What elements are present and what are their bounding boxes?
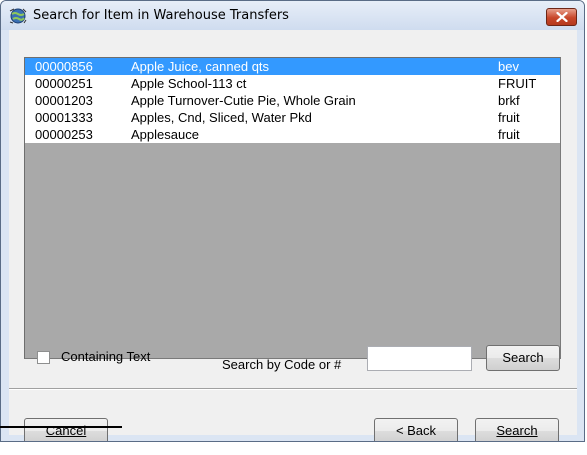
item-category: brkf xyxy=(498,93,520,108)
containing-text-checkbox[interactable] xyxy=(37,351,50,364)
back-button[interactable]: < Back xyxy=(374,418,458,441)
dialog-body: 00000856 Apple Juice, canned qts bev 000… xyxy=(9,30,577,441)
item-code: 00000856 xyxy=(35,59,93,74)
list-item[interactable]: 00000251 Apple School-113 ct FRUIT xyxy=(25,75,560,92)
search-input[interactable] xyxy=(367,346,472,371)
item-category: FRUIT xyxy=(498,76,537,91)
list-item[interactable]: 00001203 Apple Turnover-Cutie Pie, Whole… xyxy=(25,92,560,109)
item-name: Apple Juice, canned qts xyxy=(131,59,270,74)
cancel-button[interactable]: Cancel xyxy=(24,418,108,441)
footer-search-label: Search xyxy=(496,423,538,438)
results-list[interactable]: 00000856 Apple Juice, canned qts bev 000… xyxy=(24,57,561,359)
divider xyxy=(9,388,577,390)
list-item[interactable]: 00000856 Apple Juice, canned qts bev xyxy=(25,58,560,75)
search-button[interactable]: Search xyxy=(486,345,560,371)
search-by-code-label: Search by Code or # xyxy=(222,357,342,372)
item-name: Apple School-113 ct xyxy=(131,76,247,91)
item-code: 00000251 xyxy=(35,76,93,91)
item-category: fruit xyxy=(498,110,520,125)
dialog-window: Search for Item in Warehouse Transfers 0… xyxy=(0,0,585,442)
item-category: bev xyxy=(498,59,519,74)
title-bar[interactable]: Search for Item in Warehouse Transfers xyxy=(1,1,584,30)
item-code: 00000253 xyxy=(35,127,93,142)
window-title: Search for Item in Warehouse Transfers xyxy=(33,8,289,23)
background-line xyxy=(0,426,122,428)
item-category: fruit xyxy=(498,127,520,142)
item-code: 00001203 xyxy=(35,93,93,108)
close-button[interactable] xyxy=(546,8,577,26)
containing-text-label[interactable]: Containing Text xyxy=(61,349,150,364)
list-item[interactable]: 00001333 Apples, Cnd, Sliced, Water Pkd … xyxy=(25,109,560,126)
app-globe-icon xyxy=(9,7,27,25)
item-name: Apple Turnover-Cutie Pie, Whole Grain xyxy=(131,93,356,108)
footer-search-button[interactable]: Search xyxy=(475,418,559,441)
item-code: 00001333 xyxy=(35,110,93,125)
item-name: Applesauce xyxy=(131,127,199,142)
item-name: Apples, Cnd, Sliced, Water Pkd xyxy=(131,110,312,125)
close-icon xyxy=(556,12,568,22)
list-item[interactable]: 00000253 Applesauce fruit xyxy=(25,126,560,143)
